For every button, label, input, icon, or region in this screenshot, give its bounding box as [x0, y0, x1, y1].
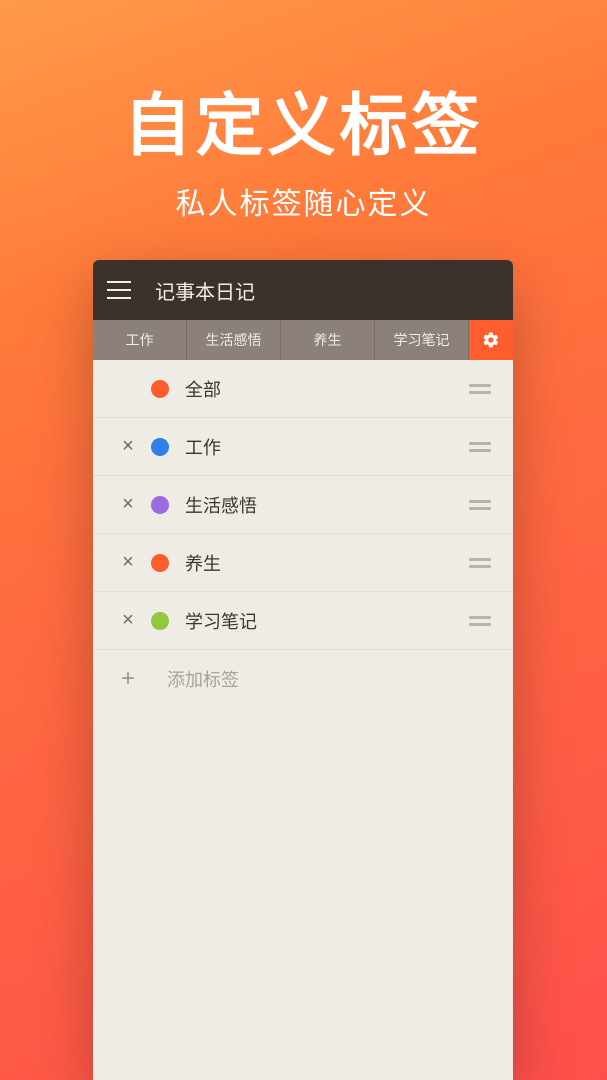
menu-icon[interactable] — [107, 276, 135, 304]
tag-color-dot — [151, 554, 169, 572]
drag-handle-icon[interactable] — [463, 558, 491, 568]
app-title: 记事本日记 — [155, 276, 255, 305]
delete-tag-button[interactable]: × — [113, 435, 143, 458]
tab-settings-button[interactable] — [469, 320, 513, 360]
tag-row-all: × 全部 — [93, 360, 513, 418]
add-tag-row[interactable]: + 添加标签 — [93, 650, 513, 708]
tag-label: 养生 — [185, 550, 463, 576]
drag-handle-icon[interactable] — [463, 384, 491, 394]
tag-color-dot — [151, 380, 169, 398]
tag-row-life: × 生活感悟 — [93, 476, 513, 534]
hero-subtitle: 私人标签随心定义 — [0, 179, 607, 223]
delete-tag-button[interactable]: × — [113, 551, 143, 574]
plus-icon: + — [113, 665, 143, 693]
tag-row-work: × 工作 — [93, 418, 513, 476]
delete-tag-button[interactable]: × — [113, 493, 143, 516]
tag-color-dot — [151, 612, 169, 630]
app-titlebar: 记事本日记 — [93, 260, 513, 320]
tag-label: 工作 — [185, 434, 463, 460]
tag-label: 学习笔记 — [185, 608, 463, 634]
tab-study[interactable]: 学习笔记 — [375, 320, 469, 360]
tag-list: × 全部 × 工作 × 生活感悟 × 养生 — [93, 360, 513, 708]
tag-color-dot — [151, 496, 169, 514]
tab-life[interactable]: 生活感悟 — [187, 320, 281, 360]
drag-handle-icon[interactable] — [463, 500, 491, 510]
phone-frame: 记事本日记 工作 生活感悟 养生 学习笔记 × 全部 × — [93, 260, 513, 1080]
tab-work[interactable]: 工作 — [93, 320, 187, 360]
drag-handle-icon[interactable] — [463, 616, 491, 626]
add-tag-label: 添加标签 — [167, 666, 239, 692]
drag-handle-icon[interactable] — [463, 442, 491, 452]
tab-health[interactable]: 养生 — [281, 320, 375, 360]
tab-bar: 工作 生活感悟 养生 学习笔记 — [93, 320, 513, 360]
tag-label: 全部 — [185, 376, 463, 402]
tag-row-study: × 学习笔记 — [93, 592, 513, 650]
delete-tag-button[interactable]: × — [113, 609, 143, 632]
hero-title: 自定义标签 — [0, 0, 607, 169]
promo-background: 自定义标签 私人标签随心定义 记事本日记 工作 生活感悟 养生 学习笔记 × — [0, 0, 607, 1080]
gear-icon — [482, 331, 500, 349]
tag-color-dot — [151, 438, 169, 456]
tag-label: 生活感悟 — [185, 492, 463, 518]
tag-row-health: × 养生 — [93, 534, 513, 592]
